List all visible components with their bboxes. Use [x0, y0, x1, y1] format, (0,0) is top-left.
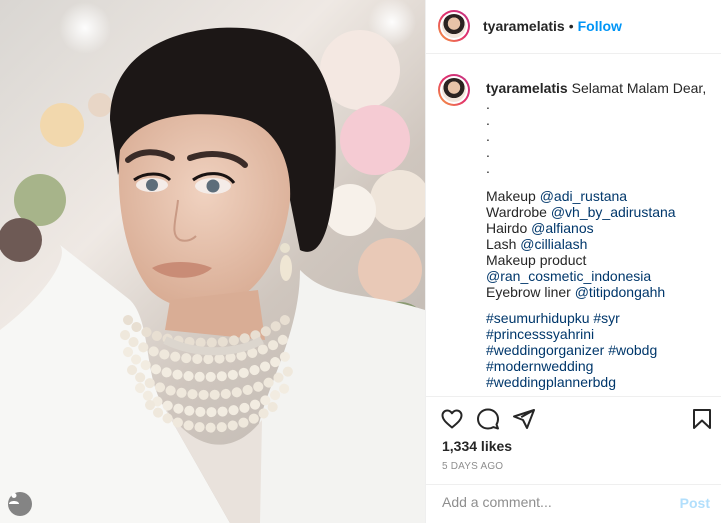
post-side-panel: tyaramelatis • Follow tyaramelatis Selamat…	[425, 0, 721, 523]
caption-greeting: Selamat Malam Dear,	[571, 80, 707, 96]
caption-dot: .	[486, 128, 490, 144]
action-bar	[426, 396, 721, 436]
caption-avatar[interactable]	[438, 74, 470, 106]
person-icon	[9, 493, 19, 504]
post-comment-button[interactable]: Post	[680, 495, 710, 511]
credit-handle[interactable]: @ran_cosmetic_indonesia	[486, 268, 651, 284]
credit-handle[interactable]: @titipdongahh	[575, 284, 666, 300]
credit-label: Lash	[486, 236, 517, 252]
credit-line: Lash @cillialash	[486, 236, 711, 252]
share-icon[interactable]	[512, 407, 536, 431]
hashtag-line[interactable]: #weddingplannerbdg	[486, 374, 711, 390]
credit-line: Eyebrow liner @titipdongahh	[486, 284, 711, 300]
hashtag-line[interactable]: #modernwedding	[486, 358, 711, 374]
post-photo[interactable]	[0, 0, 425, 523]
author-username[interactable]: tyaramelatis	[483, 18, 565, 34]
follow-button[interactable]: Follow	[578, 18, 622, 34]
credit-line: Makeup @adi_rustana	[486, 188, 711, 204]
credit-handle[interactable]: @adi_rustana	[540, 188, 627, 204]
credit-label: Wardrobe	[486, 204, 547, 220]
hashtag-line[interactable]: #weddingorganizer #wobdg	[486, 342, 711, 358]
bookmark-icon[interactable]	[690, 407, 714, 431]
credit-label: Hairdo	[486, 220, 528, 236]
post-date[interactable]: 5 DAYS AGO	[442, 461, 503, 472]
caption-dot: .	[486, 160, 490, 176]
caption-dot: .	[486, 96, 490, 112]
credit-handle[interactable]: @vh_by_adirustana	[551, 204, 676, 220]
caption-text: tyaramelatis Selamat Malam Dear, . . . .…	[486, 80, 711, 390]
credit-label: Eyebrow liner	[486, 284, 571, 300]
caption-username[interactable]: tyaramelatis	[486, 80, 568, 96]
credit-label: Makeup	[486, 188, 536, 204]
likes-count[interactable]: 1,334 likes	[442, 438, 512, 454]
caption-dot: .	[486, 144, 490, 160]
credit-line: Hairdo @alfianos	[486, 220, 711, 236]
hashtag-line[interactable]: #seumurhidupku #syr	[486, 310, 711, 326]
separator-dot: •	[568, 18, 574, 34]
heart-icon[interactable]	[440, 407, 464, 431]
user-tags-button[interactable]	[8, 492, 32, 516]
credit-label: Makeup product	[486, 252, 587, 268]
credit-line: @ran_cosmetic_indonesia	[486, 268, 711, 284]
caption-dot: .	[486, 112, 490, 128]
post-header: tyaramelatis • Follow	[426, 0, 721, 54]
hashtag-line[interactable]: #princesssyahrini	[486, 326, 711, 342]
comment-bar: Post	[426, 484, 721, 523]
portrait-image	[0, 0, 425, 523]
credit-handle[interactable]: @cillialash	[520, 236, 587, 252]
comment-icon[interactable]	[476, 407, 500, 431]
author-avatar[interactable]	[438, 10, 470, 42]
credit-handle[interactable]: @alfianos	[531, 220, 593, 236]
caption-scroll-area[interactable]: tyaramelatis Selamat Malam Dear, . . . .…	[426, 54, 721, 396]
comment-input[interactable]	[442, 494, 662, 510]
credit-line: Wardrobe @vh_by_adirustana	[486, 204, 711, 220]
credit-line: Makeup product	[486, 252, 711, 268]
